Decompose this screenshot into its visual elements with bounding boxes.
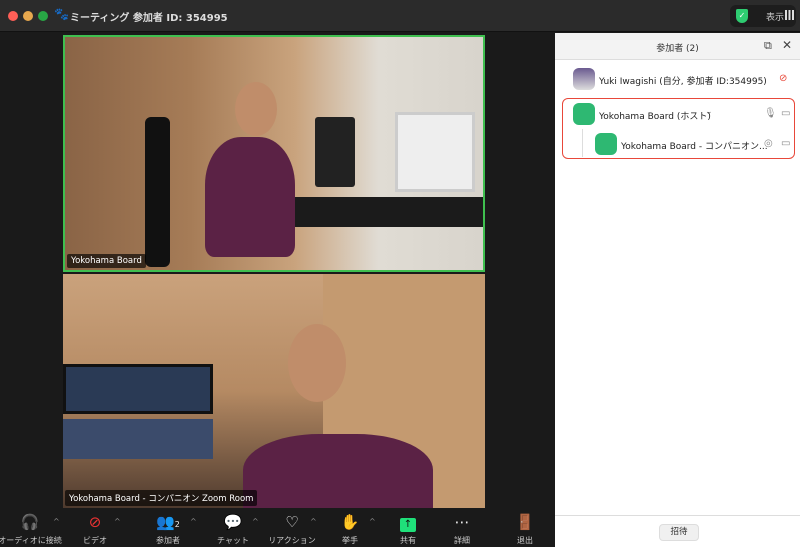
security-shield-icon[interactable]: ✓ xyxy=(736,9,748,23)
participant-row[interactable]: Yokohama Board - コンパニオン... ◎ ▭ xyxy=(555,131,800,157)
more-icon: ⋯ xyxy=(454,513,470,531)
close-window-button[interactable] xyxy=(8,11,18,21)
video-name-label: Yokohama Board - コンパニオン Zoom Room xyxy=(65,490,258,506)
participant-row[interactable]: Yuki Iwagishi (自分, 参加者 ID:354995) ⊘ xyxy=(555,66,800,92)
participant-name: Yokohama Board - コンパニオン... xyxy=(621,142,768,152)
monitor xyxy=(395,112,475,192)
participant-row[interactable]: Yokohama Board (ホスト) ⌄ 🎙 ▭ xyxy=(555,101,800,127)
video-camera-icon[interactable]: ▭ xyxy=(781,108,790,119)
video-off-icon[interactable]: ⊘ xyxy=(779,73,787,84)
close-icon[interactable]: ✕ xyxy=(782,38,792,52)
participants-count: 2 xyxy=(174,520,180,529)
video-tile[interactable]: Yokohama Board - コンパニオン Zoom Room xyxy=(63,274,485,508)
panel-footer-divider xyxy=(555,515,800,516)
audio-options-caret[interactable]: ^ xyxy=(53,517,60,526)
monitor xyxy=(315,117,355,187)
share-arrow-icon: ↑ xyxy=(400,518,416,532)
participants-panel: 参加者 (2) ⧉ ✕ Yuki Iwagishi (自分, 参加者 ID:35… xyxy=(555,33,800,547)
microphone-icon[interactable]: 🎙 xyxy=(764,108,777,119)
person-head xyxy=(288,324,346,402)
meeting-toolbar: 🎧 オーディオに接続 ^ ⊘ ビデオ ^ 👥2 参加者 ^ 💬 チャット ^ ♡ リアクシ… xyxy=(0,508,553,547)
invite-button[interactable]: 招待 xyxy=(659,524,699,541)
avatar xyxy=(573,68,595,90)
video-tile[interactable]: Yokohama Board xyxy=(63,35,485,272)
panel-header: 参加者 (2) ⧉ ✕ xyxy=(555,33,800,60)
desk xyxy=(295,197,483,227)
person xyxy=(205,137,295,257)
grid-view-icon[interactable] xyxy=(785,10,794,20)
companion-icon: ◎ xyxy=(764,138,773,149)
person-head xyxy=(235,82,277,136)
tv-screen xyxy=(63,364,213,414)
participants-options-caret[interactable]: ^ xyxy=(190,517,197,526)
video-options-caret[interactable]: ^ xyxy=(114,517,121,526)
view-label[interactable]: 表示 xyxy=(766,10,784,23)
window-title: ミーティング 参加者 ID: 354995 xyxy=(70,13,228,24)
chevron-down-icon[interactable]: ⌄ xyxy=(705,107,713,117)
more-button[interactable]: ⋯ 詳細 xyxy=(427,512,497,546)
chair xyxy=(145,117,170,267)
zoom-room-avatar xyxy=(595,133,617,155)
person xyxy=(243,434,433,508)
video-camera-icon[interactable]: ▭ xyxy=(781,138,790,149)
participant-name: Yokohama Board (ホスト) xyxy=(599,112,711,122)
video-name-label: Yokohama Board xyxy=(67,254,146,268)
participant-name: Yuki Iwagishi (自分, 参加者 ID:354995) xyxy=(599,77,767,87)
minimize-window-button[interactable] xyxy=(23,11,33,21)
exit-door-icon: 🚪 xyxy=(515,513,535,531)
title-bar: 🐾 ミーティング 参加者 ID: 354995 ✓ 表示 xyxy=(0,0,800,32)
popout-icon[interactable]: ⧉ xyxy=(764,39,772,53)
leave-button[interactable]: 🚪 退出 xyxy=(490,512,560,546)
zoom-window-button[interactable] xyxy=(38,11,48,21)
paw-icon: 🐾 xyxy=(54,7,69,21)
participants-icon: 👥 xyxy=(156,513,175,531)
zoom-room-avatar xyxy=(573,103,595,125)
tv-screen xyxy=(63,419,213,459)
